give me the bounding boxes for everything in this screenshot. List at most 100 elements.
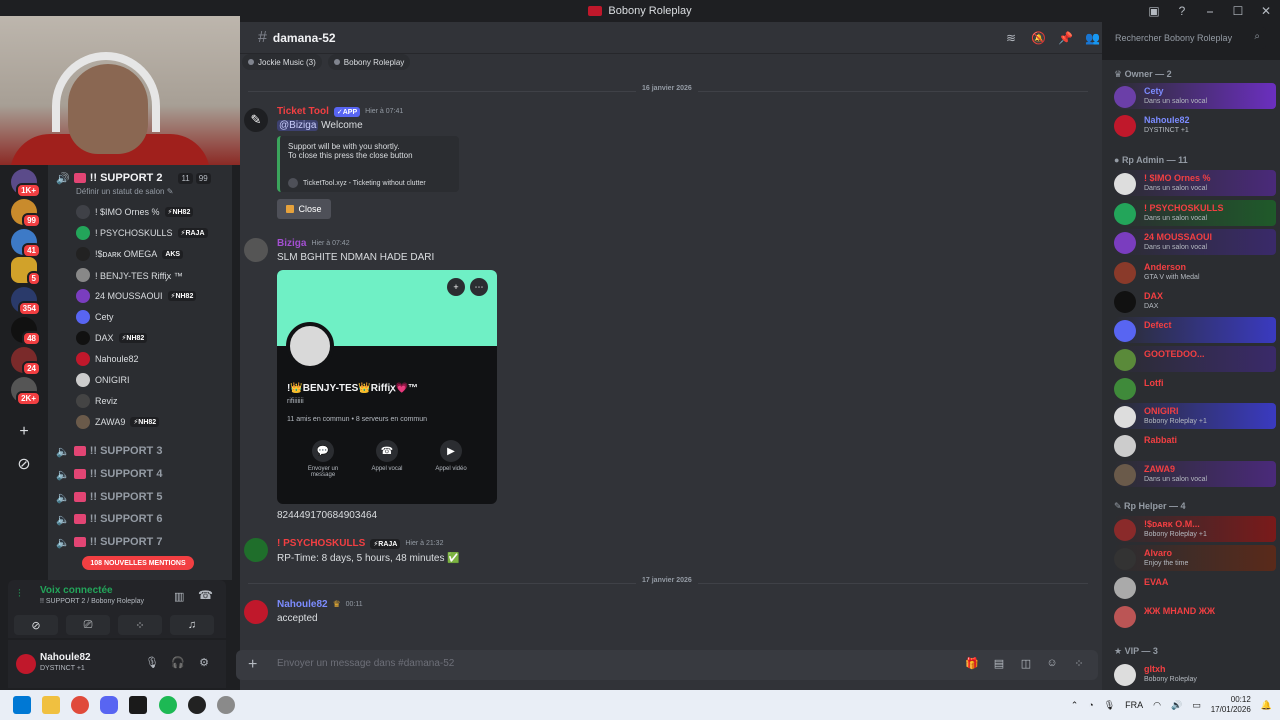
nahoule82-avatar[interactable] xyxy=(244,600,268,624)
channel-support-2[interactable]: 🔊 !! SUPPORT 2 11 99 xyxy=(56,168,211,188)
member-item[interactable]: !$ᴅᴀʀᴋ O.M... Bobony Roleplay +1 xyxy=(1114,516,1276,542)
message-author[interactable]: Ticket Tool xyxy=(277,106,329,117)
server-icon[interactable]: 354 xyxy=(11,287,41,316)
server-icon[interactable]: 48 xyxy=(11,317,41,346)
voice-user[interactable]: 24 MOUSSAOUI ⚡NH82 xyxy=(76,286,197,306)
avatar[interactable] xyxy=(16,654,36,674)
member-item[interactable]: ! PSYCHOSKULLS Dans un salon vocal xyxy=(1114,200,1276,226)
threads-icon[interactable]: ≋ xyxy=(1004,31,1018,45)
help-icon[interactable]: ? xyxy=(1168,4,1196,18)
volume-icon[interactable]: 🔊 xyxy=(1171,700,1182,711)
add-friend-icon[interactable]: + xyxy=(447,278,465,296)
attach-plus-icon[interactable]: + xyxy=(248,656,257,674)
user-name[interactable]: Nahoule82 xyxy=(40,652,91,663)
member-item[interactable]: Nahoule82 DYSTINCT +1 xyxy=(1114,112,1276,138)
voice-user[interactable]: DAX ⚡NH82 xyxy=(76,328,148,348)
new-mentions-pill[interactable]: 108 NOUVELLES MENTIONS xyxy=(82,556,194,570)
headphones-icon[interactable]: 🎧 xyxy=(170,656,186,672)
file-explorer-icon[interactable] xyxy=(42,696,60,714)
chrome-icon[interactable] xyxy=(71,696,89,714)
settings-gear-icon[interactable]: ⚙ xyxy=(196,656,212,672)
language-indicator[interactable]: FRA xyxy=(1125,700,1143,710)
server-icon[interactable]: 2K+ xyxy=(11,377,41,406)
member-item[interactable]: ЖЖ MHAND ЖЖ xyxy=(1114,603,1276,629)
server-icon[interactable]: 99 xyxy=(11,199,41,228)
minimize-button[interactable]: ⎯ xyxy=(1196,4,1224,19)
inbox-icon[interactable]: ▣ xyxy=(1140,4,1168,18)
notifications-muted-icon[interactable]: 🔕 xyxy=(1031,31,1046,45)
voice-user[interactable]: ONIGIRI xyxy=(76,370,130,390)
sticker-icon[interactable]: ◫ xyxy=(1019,657,1033,671)
member-item[interactable]: 24 MOUSSAOUI Dans un salon vocal xyxy=(1114,229,1276,255)
user-mention[interactable]: @Biziga xyxy=(277,120,319,131)
mic-tray-icon[interactable]: 🎙 xyxy=(1104,700,1115,711)
channel-support-4[interactable]: 🔈 !! SUPPORT 4 xyxy=(56,464,162,484)
member-item[interactable]: Rabbati xyxy=(1114,432,1276,458)
server-icon[interactable]: 1K+ xyxy=(11,169,41,198)
gif-icon[interactable]: ▤ xyxy=(992,657,1006,671)
camera-off-button[interactable]: ⊘ xyxy=(14,615,58,635)
voice-user[interactable]: !$ᴅᴀʀᴋ OMEGA AKS xyxy=(76,244,184,264)
member-item[interactable]: ! $IMO Ornes % Dans un salon vocal xyxy=(1114,170,1276,196)
member-list-icon[interactable]: 👥 xyxy=(1085,31,1100,45)
search-input[interactable]: Rechercher Bobony Roleplay ⌕ xyxy=(1108,27,1266,49)
notification-bell-icon[interactable]: 🔔 xyxy=(1261,700,1272,711)
member-item[interactable]: Cety Dans un salon vocal xyxy=(1114,83,1276,109)
voice-user[interactable]: ! PSYCHOSKULLS ⚡RAJA xyxy=(76,223,208,243)
voice-user[interactable]: ZAWA9 ⚡NH82 xyxy=(76,412,160,432)
message-composer[interactable]: + Envoyer un message dans #damana-52 🎁 ▤… xyxy=(236,650,1098,680)
clock[interactable]: 00:12 17/01/2026 xyxy=(1211,695,1251,715)
microphone-icon[interactable]: 🎙 xyxy=(144,656,160,672)
member-item[interactable]: Defect xyxy=(1114,317,1276,343)
disconnect-icon[interactable]: ☎ xyxy=(198,588,213,602)
message-author[interactable]: Biziga xyxy=(277,238,306,249)
voice-user[interactable]: ! ВENJY-TES Riffiꭗ ™ xyxy=(76,265,183,285)
pill-jockie-music[interactable]: Jockie Music (3) xyxy=(242,54,322,70)
channel-support-3[interactable]: 🔈 !! SUPPORT 3 xyxy=(56,441,162,461)
profile-card[interactable]: + ⋯ !👑ВENJY-TES👑Riffiꭗ💗™ rifiiiiiii 11 a… xyxy=(277,270,497,504)
member-item[interactable]: GOOTEDOO... xyxy=(1114,346,1276,372)
emoji-icon[interactable]: ☺ xyxy=(1045,657,1059,671)
biziga-avatar[interactable] xyxy=(244,238,268,262)
capcut-icon[interactable] xyxy=(129,696,147,714)
wifi-icon[interactable]: ◠ xyxy=(1153,700,1161,711)
voice-user[interactable]: Nahoule82 xyxy=(76,349,139,369)
voice-call-action[interactable]: ☎ Appel vocal xyxy=(365,440,409,472)
soundboard-button[interactable]: ♫ xyxy=(170,615,214,635)
channel-support-7[interactable]: 🔈 !! SUPPORT 7 xyxy=(56,532,162,552)
channel-status-note[interactable]: Définir un statut de salon ✎ xyxy=(76,187,173,196)
ticket-tool-avatar[interactable]: ✎ xyxy=(244,108,268,132)
voice-user[interactable]: Reviz xyxy=(76,391,118,411)
apps-icon[interactable]: ⁘ xyxy=(1072,657,1086,671)
member-item[interactable]: Lotfi xyxy=(1114,375,1276,401)
close-ticket-button[interactable]: Close xyxy=(277,199,331,219)
network-icon[interactable]: ◔ xyxy=(1088,700,1093,710)
pin-icon[interactable]: 📌 xyxy=(1058,31,1073,45)
settings-app-icon[interactable] xyxy=(217,696,235,714)
server-icon[interactable]: 24 xyxy=(11,347,41,376)
member-item[interactable]: DAX DAX xyxy=(1114,288,1276,314)
voice-channel-location[interactable]: !! SUPPORT 2 / Bobony Roleplay xyxy=(40,598,144,605)
noise-suppression-icon[interactable]: ▥ xyxy=(174,590,184,603)
spotify-icon[interactable] xyxy=(159,696,177,714)
windows-start-icon[interactable] xyxy=(13,696,31,714)
discover-icon[interactable]: ⊘ xyxy=(11,451,37,477)
voice-user[interactable]: ! $IMO Ornes % ⚡NH82 xyxy=(76,202,194,222)
add-server-icon[interactable]: + xyxy=(11,419,37,445)
battery-icon[interactable]: ▭ xyxy=(1192,700,1201,711)
screen-share-button[interactable]: ⎚ xyxy=(66,615,110,635)
voice-status[interactable]: Voix connectée xyxy=(40,585,113,596)
activities-button[interactable]: ⁘ xyxy=(118,615,162,635)
server-icon[interactable]: 41 xyxy=(11,229,41,258)
member-item[interactable]: Anderson GTA V with Medal xyxy=(1114,259,1276,285)
member-item[interactable]: gltxh Bobony Roleplay xyxy=(1114,661,1276,687)
member-item[interactable]: ZAWA9 Dans un salon vocal xyxy=(1114,461,1276,487)
member-item[interactable]: Alvaro Enjoy the time xyxy=(1114,545,1276,571)
pill-bobony-roleplay[interactable]: Bobony Roleplay xyxy=(327,54,411,70)
video-call-action[interactable]: ▶ Appel vidéo xyxy=(429,440,473,472)
obs-icon[interactable] xyxy=(188,696,206,714)
close-window-button[interactable]: ✕ xyxy=(1252,4,1280,18)
server-icon[interactable]: 5 xyxy=(11,257,41,286)
discord-icon[interactable] xyxy=(100,696,118,714)
chevron-up-icon[interactable]: ⌃ xyxy=(1071,700,1079,711)
